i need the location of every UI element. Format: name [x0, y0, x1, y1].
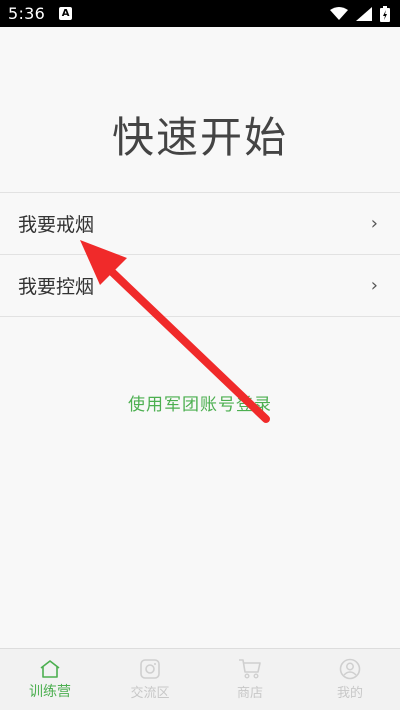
option-label: 我要控烟 — [18, 276, 95, 298]
status-bar: 5:36 A — [0, 0, 400, 27]
battery-icon — [380, 5, 390, 22]
chevron-right-icon: › — [370, 275, 378, 296]
option-label: 我要戒烟 — [18, 214, 95, 236]
option-list: 我要戒烟 › 我要控烟 › — [0, 192, 400, 317]
tab-label: 训练营 — [29, 683, 71, 700]
status-time: 5:36 — [8, 4, 46, 23]
option-quit-smoking[interactable]: 我要戒烟 › — [0, 193, 400, 255]
legion-login-link[interactable]: 使用军团账号登录 — [0, 390, 400, 415]
tab-label: 交流区 — [130, 686, 170, 701]
notification-icon: A — [59, 7, 73, 20]
wifi-icon — [330, 6, 348, 20]
user-icon — [339, 658, 361, 680]
tab-label: 我的 — [336, 686, 363, 701]
chevron-right-icon: › — [370, 213, 378, 234]
page-title: 快速开始 — [111, 113, 288, 162]
tab-training-camp[interactable]: 训练营 — [0, 649, 100, 710]
tab-community[interactable]: 交流区 — [100, 649, 200, 710]
signal-icon — [356, 6, 372, 21]
cart-icon — [239, 659, 261, 679]
bottom-tab-bar: 训练营 交流区 商店 我的 — [0, 648, 400, 710]
tab-store[interactable]: 商店 — [200, 649, 300, 710]
status-icons — [330, 5, 390, 22]
camera-icon — [140, 659, 160, 679]
home-icon — [40, 659, 60, 678]
tab-profile[interactable]: 我的 — [300, 649, 400, 710]
tab-label: 商店 — [236, 686, 263, 701]
option-control-smoking[interactable]: 我要控烟 › — [0, 255, 400, 317]
